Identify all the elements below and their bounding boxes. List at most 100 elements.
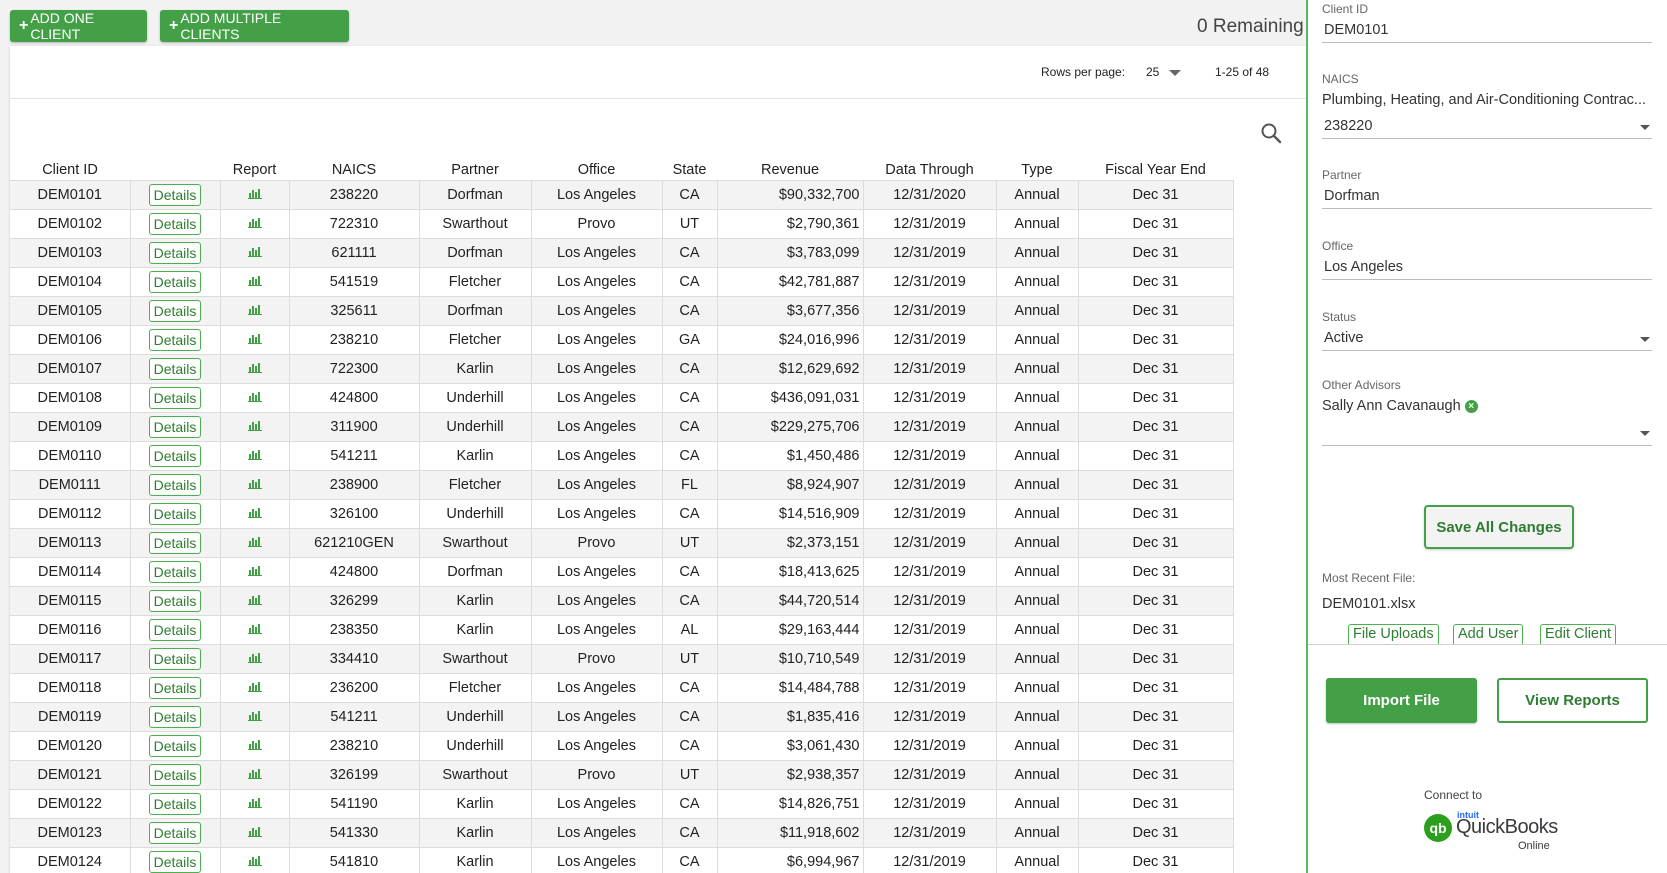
bar-chart-icon[interactable] — [247, 680, 262, 696]
table-row[interactable]: DEM0122 Details 541190 Karlin Los Angeles CA $… — [10, 788, 1234, 819]
bar-chart-icon[interactable] — [247, 506, 262, 522]
details-button[interactable]: Details — [148, 502, 202, 525]
details-button[interactable]: Details — [148, 821, 202, 844]
bar-chart-icon[interactable] — [247, 303, 262, 319]
details-button[interactable]: Details — [148, 415, 202, 438]
bar-chart-icon[interactable] — [247, 854, 262, 870]
bar-chart-icon[interactable] — [247, 245, 262, 261]
table-row[interactable]: DEM0105 Details 325611 Dorfman Los Angeles CA… — [10, 295, 1234, 326]
bar-chart-icon[interactable] — [247, 593, 262, 609]
chevron-down-icon[interactable] — [1640, 125, 1650, 130]
details-button[interactable]: Details — [148, 676, 202, 699]
chevron-down-icon[interactable] — [1169, 70, 1181, 76]
bar-chart-icon[interactable] — [247, 535, 262, 551]
table-row[interactable]: DEM0123 Details 541330 Karlin Los Angeles CA $… — [10, 817, 1234, 848]
partner-input[interactable]: Dorfman — [1322, 182, 1652, 209]
details-button[interactable]: Details — [148, 647, 202, 670]
import-file-button[interactable]: Import File — [1326, 678, 1477, 723]
details-button[interactable]: Details — [148, 212, 202, 235]
details-button[interactable]: Details — [148, 705, 202, 728]
remove-advisor-icon[interactable]: × — [1464, 399, 1478, 413]
table-row[interactable]: DEM0116 Details 238350 Karlin Los Angeles AL $… — [10, 614, 1234, 645]
bar-chart-icon[interactable] — [247, 767, 262, 783]
details-button[interactable]: Details — [148, 589, 202, 612]
advisor-select[interactable] — [1322, 418, 1652, 446]
chevron-down-icon[interactable] — [1640, 431, 1650, 436]
table-row[interactable]: DEM0124 Details 541810 Karlin Los Angeles CA $… — [10, 846, 1234, 873]
partner-field[interactable]: Partner Dorfman — [1322, 168, 1652, 209]
client-id-field[interactable]: Client ID DEM0101 — [1322, 2, 1652, 43]
client-id-input[interactable]: DEM0101 — [1322, 16, 1652, 43]
details-button[interactable]: Details — [148, 270, 202, 293]
bar-chart-icon[interactable] — [247, 564, 262, 580]
details-button[interactable]: Details — [148, 386, 202, 409]
table-row[interactable]: DEM0112 Details 326100 Underhill Los Angeles… — [10, 498, 1234, 529]
table-row[interactable]: DEM0115 Details 326299 Karlin Los Angeles CA $… — [10, 585, 1234, 616]
naics-field[interactable]: NAICS Plumbing, Heating, and Air-Conditi… — [1322, 72, 1652, 139]
status-select[interactable]: Active — [1322, 324, 1652, 351]
view-reports-button[interactable]: View Reports — [1497, 678, 1648, 723]
details-button[interactable]: Details — [148, 618, 202, 641]
naics-select[interactable]: 238220 — [1322, 112, 1652, 139]
table-row[interactable]: DEM0120 Details 238210 Underhill Los Angeles… — [10, 730, 1234, 761]
details-button[interactable]: Details — [148, 734, 202, 757]
table-row[interactable]: DEM0102 Details 722310 Swarthout Provo UT $2,7… — [10, 208, 1234, 239]
office-input[interactable]: Los Angeles — [1322, 253, 1652, 280]
details-button[interactable]: Details — [148, 792, 202, 815]
bar-chart-icon[interactable] — [247, 361, 262, 377]
bar-chart-icon[interactable] — [247, 332, 262, 348]
bar-chart-icon[interactable] — [247, 651, 262, 667]
bar-chart-icon[interactable] — [247, 419, 262, 435]
bar-chart-icon[interactable] — [247, 274, 262, 290]
details-button[interactable]: Details — [148, 531, 202, 554]
table-row[interactable]: DEM0101 Details 238220 Dorfman Los Angeles CA… — [10, 179, 1234, 210]
add-user-button[interactable]: Add User — [1453, 624, 1524, 644]
bar-chart-icon[interactable] — [247, 738, 262, 754]
table-row[interactable]: DEM0113 Details 621210GEN Swarthout Provo UT $… — [10, 527, 1234, 558]
details-button[interactable]: Details — [148, 299, 202, 322]
edit-client-button[interactable]: Edit Client — [1540, 624, 1617, 644]
search-icon[interactable] — [1260, 122, 1282, 144]
table-row[interactable]: DEM0103 Details 621111 Dorfman Los Angeles CA… — [10, 237, 1234, 268]
details-button[interactable]: Details — [148, 473, 202, 496]
table-row[interactable]: DEM0108 Details 424800 Underhill Los Angeles… — [10, 382, 1234, 413]
details-button[interactable]: Details — [148, 850, 202, 873]
bar-chart-icon[interactable] — [247, 796, 262, 812]
add-one-client-button[interactable]: + ADD ONE CLIENT — [10, 10, 147, 42]
details-button[interactable]: Details — [148, 763, 202, 786]
bar-chart-icon[interactable] — [247, 187, 262, 203]
bar-chart-icon[interactable] — [247, 825, 262, 841]
table-row[interactable]: DEM0121 Details 326199 Swarthout Provo UT $2,9… — [10, 759, 1234, 790]
details-button[interactable]: Details — [148, 560, 202, 583]
table-row[interactable]: DEM0104 Details 541519 Fletcher Los Angeles C… — [10, 266, 1234, 297]
table-row[interactable]: DEM0110 Details 541211 Karlin Los Angeles CA $… — [10, 440, 1234, 471]
add-multiple-clients-button[interactable]: + ADD MULTIPLE CLIENTS — [160, 10, 349, 42]
details-button[interactable]: Details — [148, 357, 202, 380]
status-field[interactable]: Status Active — [1322, 310, 1652, 351]
chevron-down-icon[interactable] — [1640, 337, 1650, 342]
table-row[interactable]: DEM0111 Details 238900 Fletcher Los Angeles F… — [10, 469, 1234, 500]
bar-chart-icon[interactable] — [247, 216, 262, 232]
quickbooks-connect-button[interactable]: qb intuit QuickBooks Online — [1424, 806, 1558, 854]
details-button[interactable]: Details — [148, 183, 202, 206]
table-row[interactable]: DEM0119 Details 541211 Underhill Los Angeles… — [10, 701, 1234, 732]
bar-chart-icon[interactable] — [247, 477, 262, 493]
details-button[interactable]: Details — [148, 444, 202, 467]
table-row[interactable]: DEM0107 Details 722300 Karlin Los Angeles CA $… — [10, 353, 1234, 384]
rows-per-page-select[interactable]: 25 — [1146, 65, 1159, 79]
file-uploads-button[interactable]: File Uploads — [1348, 624, 1439, 644]
table-row[interactable]: DEM0118 Details 236200 Fletcher Los Angeles C… — [10, 672, 1234, 703]
details-button[interactable]: Details — [148, 241, 202, 264]
bar-chart-icon[interactable] — [247, 709, 262, 725]
table-row[interactable]: DEM0106 Details 238210 Fletcher Los Angeles G… — [10, 324, 1234, 355]
other-advisors-field[interactable]: Other Advisors Sally Ann Cavanaugh × — [1322, 378, 1652, 446]
save-all-changes-button[interactable]: Save All Changes — [1424, 505, 1574, 549]
table-row[interactable]: DEM0117 Details 334410 Swarthout Provo UT $10,… — [10, 643, 1234, 674]
table-row[interactable]: DEM0114 Details 424800 Dorfman Los Angeles CA… — [10, 556, 1234, 587]
bar-chart-icon[interactable] — [247, 622, 262, 638]
bar-chart-icon[interactable] — [247, 390, 262, 406]
office-field[interactable]: Office Los Angeles — [1322, 239, 1652, 280]
table-row[interactable]: DEM0109 Details 311900 Underhill Los Angeles… — [10, 411, 1234, 442]
bar-chart-icon[interactable] — [247, 448, 262, 464]
details-button[interactable]: Details — [148, 328, 202, 351]
